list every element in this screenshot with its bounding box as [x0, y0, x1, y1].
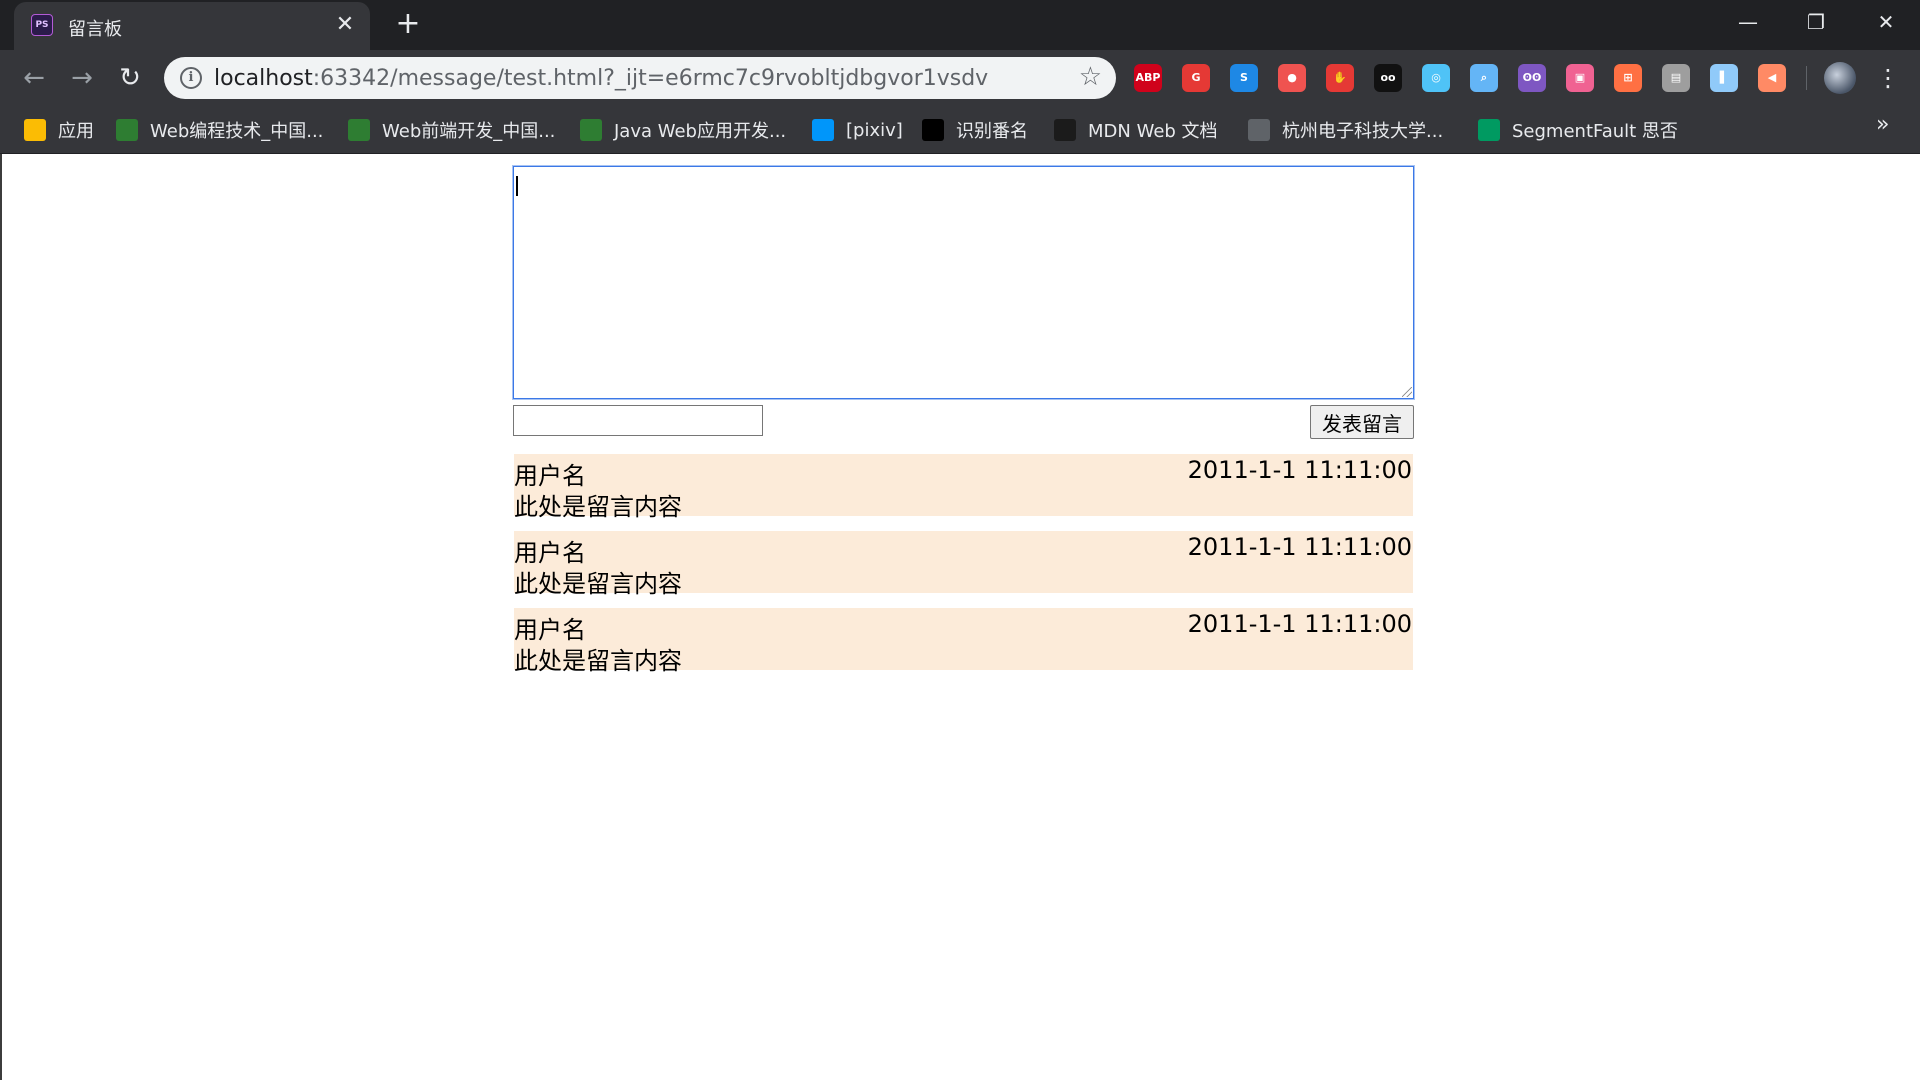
page-content: 发表留言 用户名 2011-1-1 11:11:00 此处是留言内容 用户名 2…	[0, 154, 1920, 1080]
forward-arrow-icon[interactable]: →	[64, 60, 100, 96]
bookmarks-overflow-chevron-icon[interactable]: »	[1876, 112, 1889, 137]
browser-titlebar: PS 留言板 ✕ + — ❐ ✕	[0, 0, 1920, 50]
new-tab-plus-icon[interactable]: +	[392, 8, 424, 40]
toolbar-separator	[1806, 66, 1807, 90]
bookmark-segmentfault[interactable]: SegmentFault 思否	[1478, 116, 1678, 144]
bookmarks-bar: 应用 Web编程技术_中国... Web前端开发_中国... Java Web应用开发…	[0, 106, 1920, 154]
message-textarea[interactable]	[512, 165, 1415, 400]
extension-red-g-icon[interactable]: G	[1182, 64, 1210, 92]
bilibili-tv-icon[interactable]: ▣	[1566, 64, 1594, 92]
circle-blue-icon[interactable]: ◎	[1422, 64, 1450, 92]
url-path: :63342/message/test.html?_ijt=e6rmc7c9rv…	[312, 66, 989, 91]
bookmark-apps[interactable]: 应用	[24, 116, 94, 144]
window-close-button[interactable]: ✕	[1856, 4, 1916, 40]
mooc-icon	[580, 119, 602, 141]
message-username: 用户名	[514, 616, 586, 644]
terminal-icon	[922, 119, 944, 141]
glasses-icon[interactable]: oo	[1374, 64, 1402, 92]
browser-toolbar: ← → ↻ i localhost:63342/message/test.htm…	[0, 50, 1920, 106]
bookmark-label: MDN Web 文档	[1088, 121, 1218, 142]
reload-icon[interactable]: ↻	[112, 60, 148, 96]
url-text[interactable]: localhost:63342/message/test.html?_ijt=e…	[214, 66, 988, 91]
bookmark-identify[interactable]: 识别番名	[922, 116, 1028, 144]
bookmark-label: Web编程技术_中国...	[150, 121, 324, 142]
bookmark-hdu[interactable]: 杭州电子科技大学...	[1248, 116, 1443, 144]
bookmark-label: Java Web应用开发...	[614, 121, 787, 142]
speaker-icon[interactable]: ◀	[1758, 64, 1786, 92]
site-info-icon[interactable]: i	[180, 67, 202, 89]
message-username: 用户名	[514, 462, 586, 490]
bookmark-label: 识别番名	[956, 121, 1028, 142]
window-restore-button[interactable]: ❐	[1786, 4, 1846, 40]
window-minimize-button[interactable]: —	[1718, 4, 1778, 40]
apps-grid-icon	[24, 119, 46, 141]
message-content: 此处是留言内容	[514, 493, 682, 521]
bookmark-web-programming[interactable]: Web编程技术_中国...	[116, 116, 323, 144]
browser-menu-icon[interactable]: ⋮	[1874, 62, 1902, 94]
message-username: 用户名	[514, 539, 586, 567]
segmentfault-icon	[1478, 119, 1500, 141]
message-item: 用户名 2011-1-1 11:11:00 此处是留言内容	[514, 608, 1413, 675]
bookmark-java-web[interactable]: Java Web应用开发...	[580, 116, 786, 144]
bookmark-pixiv[interactable]: [pixiv]	[812, 116, 903, 144]
adblock-plus-icon[interactable]: ABP	[1134, 64, 1162, 92]
message-content: 此处是留言内容	[514, 570, 682, 598]
globe-icon	[1248, 119, 1270, 141]
bookmark-label: Web前端开发_中国...	[382, 121, 556, 142]
owl-icon[interactable]: ʘʘ	[1518, 64, 1546, 92]
bookmark-label: SegmentFault 思否	[1512, 121, 1678, 142]
mooc-icon	[116, 119, 138, 141]
mdn-icon	[1054, 119, 1076, 141]
address-bar[interactable]: i localhost:63342/message/test.html?_ijt…	[164, 57, 1116, 99]
username-input[interactable]	[513, 405, 763, 436]
bookmark-mdn[interactable]: MDN Web 文档	[1054, 116, 1218, 144]
bookmark-label: 应用	[58, 121, 94, 142]
message-time: 2011-1-1 11:11:00	[1187, 610, 1412, 638]
message-time: 2011-1-1 11:11:00	[1187, 533, 1412, 561]
bookmark-star-icon[interactable]: ☆	[1079, 62, 1102, 92]
textarea-resize-grip[interactable]	[1402, 387, 1412, 397]
card-icon[interactable]: ▤	[1662, 64, 1690, 92]
tab-title: 留言板	[68, 19, 122, 40]
post-message-button[interactable]: 发表留言	[1310, 405, 1414, 439]
browser-tab-active[interactable]: PS 留言板 ✕	[14, 2, 370, 50]
pixiv-icon	[812, 119, 834, 141]
bookmark-blue-icon[interactable]: ▌	[1710, 64, 1738, 92]
gift-icon[interactable]: ⊞	[1614, 64, 1642, 92]
search-magnifier-icon[interactable]: ⌕	[1470, 64, 1498, 92]
phpstorm-favicon-icon: PS	[31, 14, 53, 36]
hand-stop-icon[interactable]: ✋	[1326, 64, 1354, 92]
message-item: 用户名 2011-1-1 11:11:00 此处是留言内容	[514, 454, 1413, 521]
extension-s-icon[interactable]: S	[1230, 64, 1258, 92]
profile-avatar[interactable]	[1824, 62, 1856, 94]
tab-close-icon[interactable]: ✕	[332, 12, 358, 38]
url-host: localhost	[214, 66, 313, 91]
message-time: 2011-1-1 11:11:00	[1187, 456, 1412, 484]
bookmark-label: [pixiv]	[846, 119, 903, 141]
bookmark-web-frontend[interactable]: Web前端开发_中国...	[348, 116, 555, 144]
location-pin-icon[interactable]: ●	[1278, 64, 1306, 92]
text-caret	[516, 176, 518, 196]
back-arrow-icon[interactable]: ←	[16, 60, 52, 96]
message-content: 此处是留言内容	[514, 647, 682, 675]
bookmark-label: 杭州电子科技大学...	[1282, 121, 1444, 142]
message-item: 用户名 2011-1-1 11:11:00 此处是留言内容	[514, 531, 1413, 598]
mooc-icon	[348, 119, 370, 141]
